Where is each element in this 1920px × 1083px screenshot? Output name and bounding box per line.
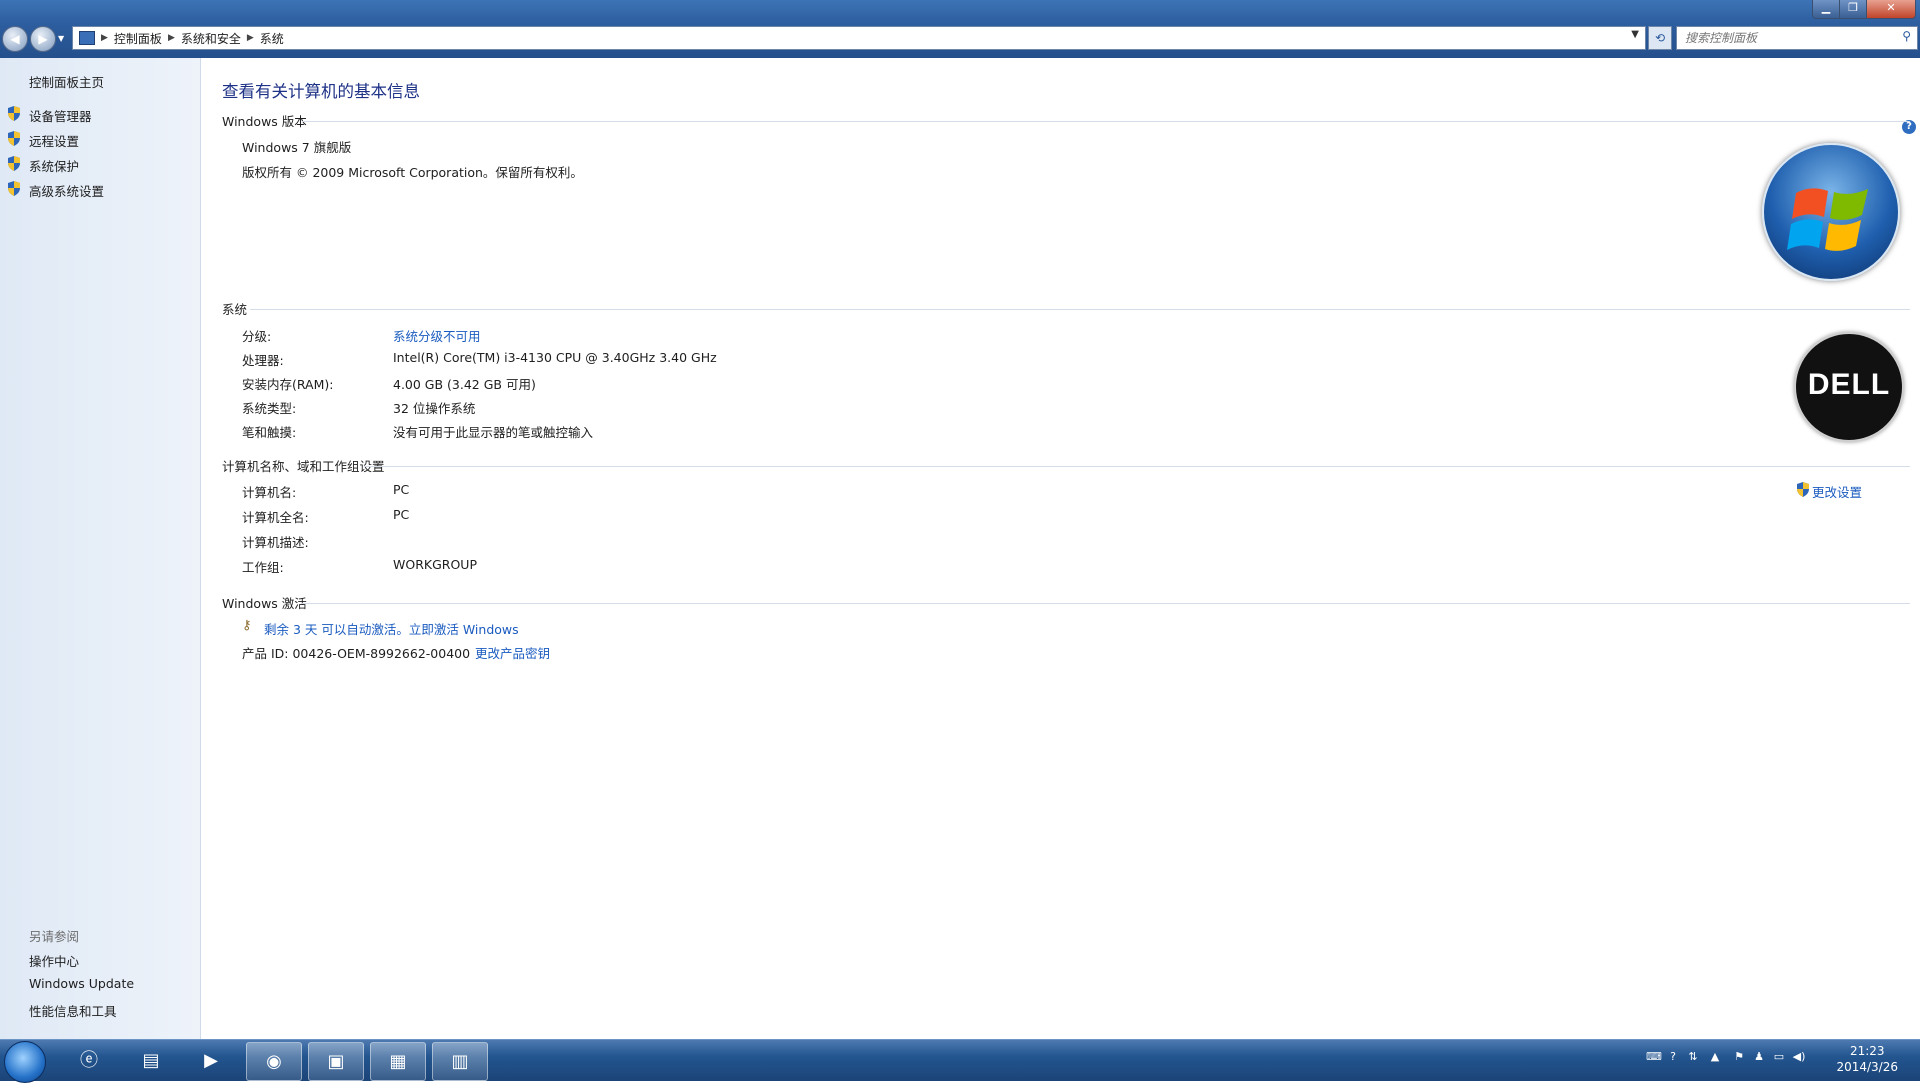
- action-center-flag-icon[interactable]: ⚑: [1732, 1050, 1746, 1064]
- forward-button[interactable]: ▶: [30, 26, 56, 52]
- search-box[interactable]: ⚲: [1676, 26, 1918, 50]
- oem-logo: DELL: [1794, 332, 1904, 442]
- see-also-heading: 另请参阅: [29, 929, 80, 944]
- page-title: 查看有关计算机的基本信息: [222, 82, 420, 101]
- uac-shield-icon: [7, 131, 21, 146]
- help-tray-icon[interactable]: ?: [1666, 1050, 1680, 1064]
- control-panel-home-link[interactable]: 控制面板主页: [29, 72, 104, 91]
- windows-update-link[interactable]: Windows Update: [29, 976, 134, 991]
- volume-tray-icon[interactable]: ◀): [1792, 1050, 1806, 1064]
- processor-value: Intel(R) Core(TM) i3-4130 CPU @ 3.40GHz …: [393, 350, 717, 365]
- divider: [364, 466, 1910, 467]
- computer-name-value: PC: [393, 482, 410, 497]
- advanced-system-settings-link[interactable]: 高级系统设置: [29, 181, 104, 200]
- start-button[interactable]: [4, 1041, 46, 1083]
- computer-name-header: 计算机名称、域和工作组设置: [222, 459, 385, 474]
- oem-logo-text: DELL: [1807, 368, 1891, 401]
- file-explorer-icon[interactable]: ▤: [124, 1042, 178, 1079]
- copyright-text: 版权所有 © 2009 Microsoft Corporation。保留所有权利…: [242, 165, 583, 180]
- breadcrumb-control-panel[interactable]: 控制面板: [114, 30, 162, 47]
- app-taskbar-icon[interactable]: ▣: [308, 1042, 364, 1081]
- performance-tools-link[interactable]: 性能信息和工具: [29, 1001, 117, 1020]
- change-settings-link[interactable]: 更改设置: [1812, 482, 1862, 501]
- system-type-value: 32 位操作系统: [393, 401, 476, 416]
- help-icon[interactable]: ?: [1902, 120, 1916, 134]
- breadcrumb-chevron-icon[interactable]: ▶: [247, 33, 254, 43]
- search-input[interactable]: [1683, 27, 1887, 49]
- windows-logo: [1762, 143, 1900, 281]
- system-type-label: 系统类型:: [242, 401, 297, 416]
- clock-date: 2014/3/26: [1836, 1060, 1898, 1074]
- full-computer-name-value: PC: [393, 507, 410, 522]
- uac-shield-icon: [7, 156, 21, 171]
- back-button[interactable]: ◀: [2, 26, 28, 52]
- system-clock[interactable]: 21:23 2014/3/26: [1836, 1043, 1898, 1075]
- uac-shield-icon: [1796, 482, 1810, 497]
- computer-name-label: 计算机名:: [242, 485, 297, 500]
- windows-edition-name: Windows 7 旗舰版: [242, 140, 352, 155]
- recent-pages-dropdown[interactable]: ▼: [58, 34, 64, 43]
- window-title-bar: ◀ ▶ ▼ ▶ 控制面板 ▶ 系统和安全 ▶ 系统 ▼ ⟲ ⚲ ▁ ❐ ✕: [0, 0, 1920, 58]
- clock-time: 21:23: [1849, 1044, 1885, 1058]
- browser-taskbar-icon[interactable]: ◉: [246, 1042, 302, 1081]
- control-panel-taskbar-icon[interactable]: ▥: [432, 1042, 488, 1081]
- uac-shield-icon: [7, 181, 21, 196]
- product-id: 产品 ID: 00426-OEM-8992662-00400: [242, 646, 471, 661]
- processor-label: 处理器:: [242, 353, 284, 368]
- refresh-button[interactable]: ⟲: [1648, 26, 1672, 50]
- nav-buttons: ◀ ▶ ▼: [2, 26, 72, 52]
- maximize-button[interactable]: ❐: [1839, 0, 1867, 19]
- divider: [250, 309, 1910, 310]
- pen-touch-value: 没有可用于此显示器的笔或触控输入: [393, 425, 594, 440]
- system-protection-link[interactable]: 系统保护: [29, 156, 79, 175]
- minimize-button[interactable]: ▁: [1812, 0, 1840, 19]
- network-tray-icon[interactable]: ▭: [1772, 1050, 1786, 1064]
- divider: [302, 603, 1910, 604]
- activate-windows-link[interactable]: 剩余 3 天 可以自动激活。立即激活 Windows: [264, 619, 519, 638]
- input-method-tray-icon[interactable]: ⇅: [1686, 1050, 1700, 1064]
- close-button[interactable]: ✕: [1866, 0, 1916, 19]
- remote-settings-link[interactable]: 远程设置: [29, 131, 79, 150]
- system-app-taskbar-icon[interactable]: ▦: [370, 1042, 426, 1081]
- address-dropdown-icon[interactable]: ▼: [1631, 29, 1639, 40]
- control-panel-icon: [79, 31, 95, 45]
- breadcrumb-chevron-icon[interactable]: ▶: [101, 33, 108, 43]
- breadcrumb-system[interactable]: 系统: [260, 30, 284, 47]
- rating-label: 分级:: [242, 329, 272, 344]
- change-product-key-link[interactable]: 更改产品密钥: [475, 643, 550, 662]
- rating-link[interactable]: 系统分级不可用: [393, 326, 481, 345]
- computer-description-label: 计算机描述:: [242, 535, 309, 550]
- system-header: 系统: [222, 302, 248, 317]
- full-computer-name-label: 计算机全名:: [242, 510, 309, 525]
- left-task-pane: 控制面板主页 设备管理器 远程设置 系统保护 高级系统设置 另请参阅 操作中心 …: [0, 58, 201, 1039]
- media-player-icon[interactable]: ▶: [184, 1042, 238, 1079]
- pen-touch-label: 笔和触摸:: [242, 425, 297, 440]
- security-tray-icon[interactable]: ♟: [1752, 1050, 1766, 1064]
- taskbar: ⓔ ▤ ▶ ◉ ▣ ▦ ▥ ⌨ ? ⇅ ▲ ⚑ ♟ ▭ ◀) 21:23 201…: [0, 1039, 1920, 1083]
- windows-edition-header: Windows 版本: [222, 114, 307, 129]
- breadcrumb-system-security[interactable]: 系统和安全: [181, 30, 241, 47]
- device-manager-link[interactable]: 设备管理器: [29, 106, 92, 125]
- ram-label: 安装内存(RAM):: [242, 377, 334, 392]
- ram-value: 4.00 GB (3.42 GB 可用): [393, 377, 536, 392]
- show-hidden-icons-icon[interactable]: ▲: [1708, 1050, 1722, 1064]
- keyboard-tray-icon[interactable]: ⌨: [1646, 1050, 1662, 1064]
- action-center-link[interactable]: 操作中心: [29, 951, 79, 970]
- workgroup-value: WORKGROUP: [393, 557, 477, 572]
- address-bar[interactable]: ▶ 控制面板 ▶ 系统和安全 ▶ 系统 ▼: [72, 26, 1646, 50]
- activation-keys-icon: ⚷: [242, 618, 252, 633]
- workgroup-label: 工作组:: [242, 560, 284, 575]
- ie-icon[interactable]: ⓔ: [62, 1042, 116, 1079]
- breadcrumb-chevron-icon[interactable]: ▶: [168, 33, 175, 43]
- search-icon[interactable]: ⚲: [1902, 29, 1911, 43]
- main-content: 查看有关计算机的基本信息 ? Windows 版本 Windows 7 旗舰版 …: [202, 58, 1920, 1039]
- divider: [302, 121, 1910, 122]
- uac-shield-icon: [7, 106, 21, 121]
- activation-header: Windows 激活: [222, 596, 307, 611]
